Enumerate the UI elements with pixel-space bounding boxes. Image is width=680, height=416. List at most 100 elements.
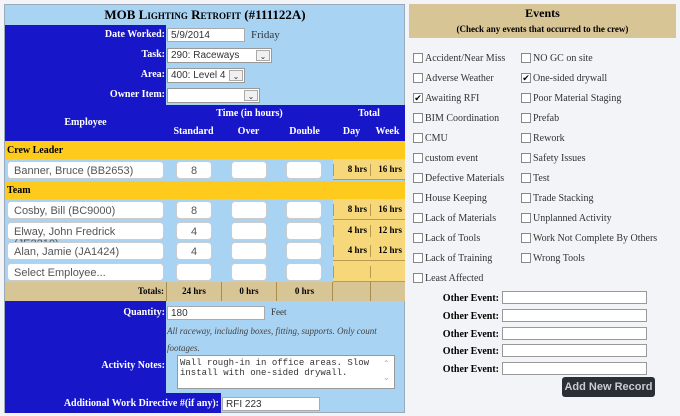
day-total: 4 hrs [333,224,370,237]
checkbox[interactable] [521,93,531,103]
event-label: Unplanned Activity [533,213,612,224]
event-label: CMU [425,133,448,144]
other-event-input[interactable] [502,344,647,358]
divider [370,282,371,301]
week-total: 12 hrs [370,224,405,237]
other-event-input[interactable] [502,308,647,322]
checkbox[interactable] [521,173,531,183]
total-standard: 24 hrs [166,282,221,301]
employee-input[interactable]: Elway, John Fredrick (JE2210) [7,221,164,250]
standard-hours-input[interactable] [176,262,212,281]
quantity-input[interactable]: 180 [167,306,265,320]
event-label: House Keeping [425,193,487,204]
totals-label: Totals: [137,286,164,296]
event-label: Accident/Near Miss [425,53,506,64]
checkbox[interactable] [413,233,423,243]
checkbox[interactable] [413,133,423,143]
table-row: Elway, John Fredrick (JE2210) 4 4 hrs12 hr… [5,219,405,250]
quantity-label: Quantity: [123,307,165,318]
event-label: Adverse Weather [425,73,494,84]
over-header: Over [237,126,260,137]
other-event-input[interactable] [502,291,647,304]
event-label: Prefab [533,113,560,124]
checkbox[interactable] [521,253,531,263]
total-header: Total [358,108,380,119]
date-input[interactable]: 5/9/2014 [167,28,245,42]
activity-notes-textarea[interactable]: Wall rough-in in office areas. Slow inst… [177,355,395,389]
checkbox[interactable] [413,73,423,83]
employee-input[interactable]: Banner, Bruce (BB2653) [7,161,164,179]
checkbox[interactable] [521,133,531,143]
checkbox[interactable] [413,113,423,123]
double-hours-input[interactable] [286,262,322,281]
other-event-label: Other Event: [442,293,499,304]
standard-hours-input[interactable]: 8 [176,161,212,179]
employee-input[interactable]: Select Employee... [7,262,164,281]
event-label: BIM Coordination [425,113,500,124]
checkbox[interactable] [521,233,531,243]
other-event-label: Other Event: [442,310,499,322]
over-hours-input[interactable] [231,221,267,240]
employee-input[interactable]: Cosby, Bill (BC9000) [7,201,164,219]
double-hours-input[interactable] [286,242,322,260]
standard-hours-input[interactable]: 4 [176,242,212,260]
other-event-input[interactable] [502,326,647,340]
checkbox[interactable] [521,213,531,223]
checkbox[interactable] [413,153,423,163]
double-hours-input[interactable] [286,161,322,179]
day-total: 4 hrs [333,245,370,257]
day-total: 8 hrs [333,204,370,216]
week-header: Week [375,126,400,137]
over-hours-input[interactable] [231,242,267,260]
checkbox-checked[interactable]: ✔ [521,73,531,83]
standard-hours-input[interactable]: 8 [176,201,212,219]
other-event-input[interactable] [502,362,647,376]
checkbox[interactable] [413,213,423,223]
owner-item-select[interactable]: ⌄ [167,88,260,103]
checkbox[interactable] [521,53,531,63]
week-total: 12 hrs [370,245,405,257]
week-total: 16 hrs [370,204,405,216]
event-label: Test [533,173,550,184]
checkbox[interactable] [413,193,423,203]
over-hours-input[interactable] [231,262,267,281]
other-event-label: Other Event: [442,346,499,358]
events-panel: Events (Check any events that occurred t… [405,0,680,416]
checkbox[interactable] [413,53,423,63]
checkbox[interactable] [521,193,531,203]
textarea-scrollbar[interactable]: ⌃ ⌄ [383,357,390,385]
checkbox[interactable] [521,153,531,163]
team-section: Team [5,181,405,199]
checkbox[interactable] [413,273,423,283]
directive-input[interactable]: RFI 223 [222,397,320,411]
checkbox[interactable] [521,113,531,123]
task-select[interactable]: 290: Raceways ⌄ [167,48,272,63]
double-hours-input[interactable] [286,221,322,240]
checkbox-checked[interactable]: ✔ [413,93,423,103]
timesheet-panel: MOB Lighting Retrofit (#111122A) Date Wo… [4,4,405,413]
week-total [370,265,405,278]
employee-header: Employee [64,117,107,128]
standard-header: Standard [173,126,214,137]
day-header: Day [342,126,361,137]
checkbox[interactable] [413,253,423,263]
standard-hours-input[interactable]: 4 [176,221,212,240]
event-label: Poor Material Staging [533,93,622,104]
events-title: Events [525,6,560,20]
checkbox[interactable] [413,173,423,183]
area-select[interactable]: 400: Level 4 ⌄ [167,68,245,83]
over-hours-input[interactable] [231,201,267,219]
area-label: Area: [140,69,165,80]
event-label: Defective Materials [425,173,505,184]
double-hours-input[interactable] [286,201,322,219]
totals-row: Totals: 24 hrs 0 hrs 0 hrs [5,282,405,301]
over-hours-input[interactable] [231,161,267,179]
employee-input[interactable]: Alan, Jamie (JA1424) [7,242,164,260]
crew-leader-section: Crew Leader [5,141,405,159]
add-new-record-button[interactable]: Add New Record [562,377,655,397]
chevron-down-icon: ⌄ [229,70,243,81]
event-label: Rework [533,133,565,144]
chevron-down-icon: ⌄ [244,90,258,101]
total-over: 0 hrs [221,282,276,301]
owner-item-label: Owner Item: [109,89,165,100]
